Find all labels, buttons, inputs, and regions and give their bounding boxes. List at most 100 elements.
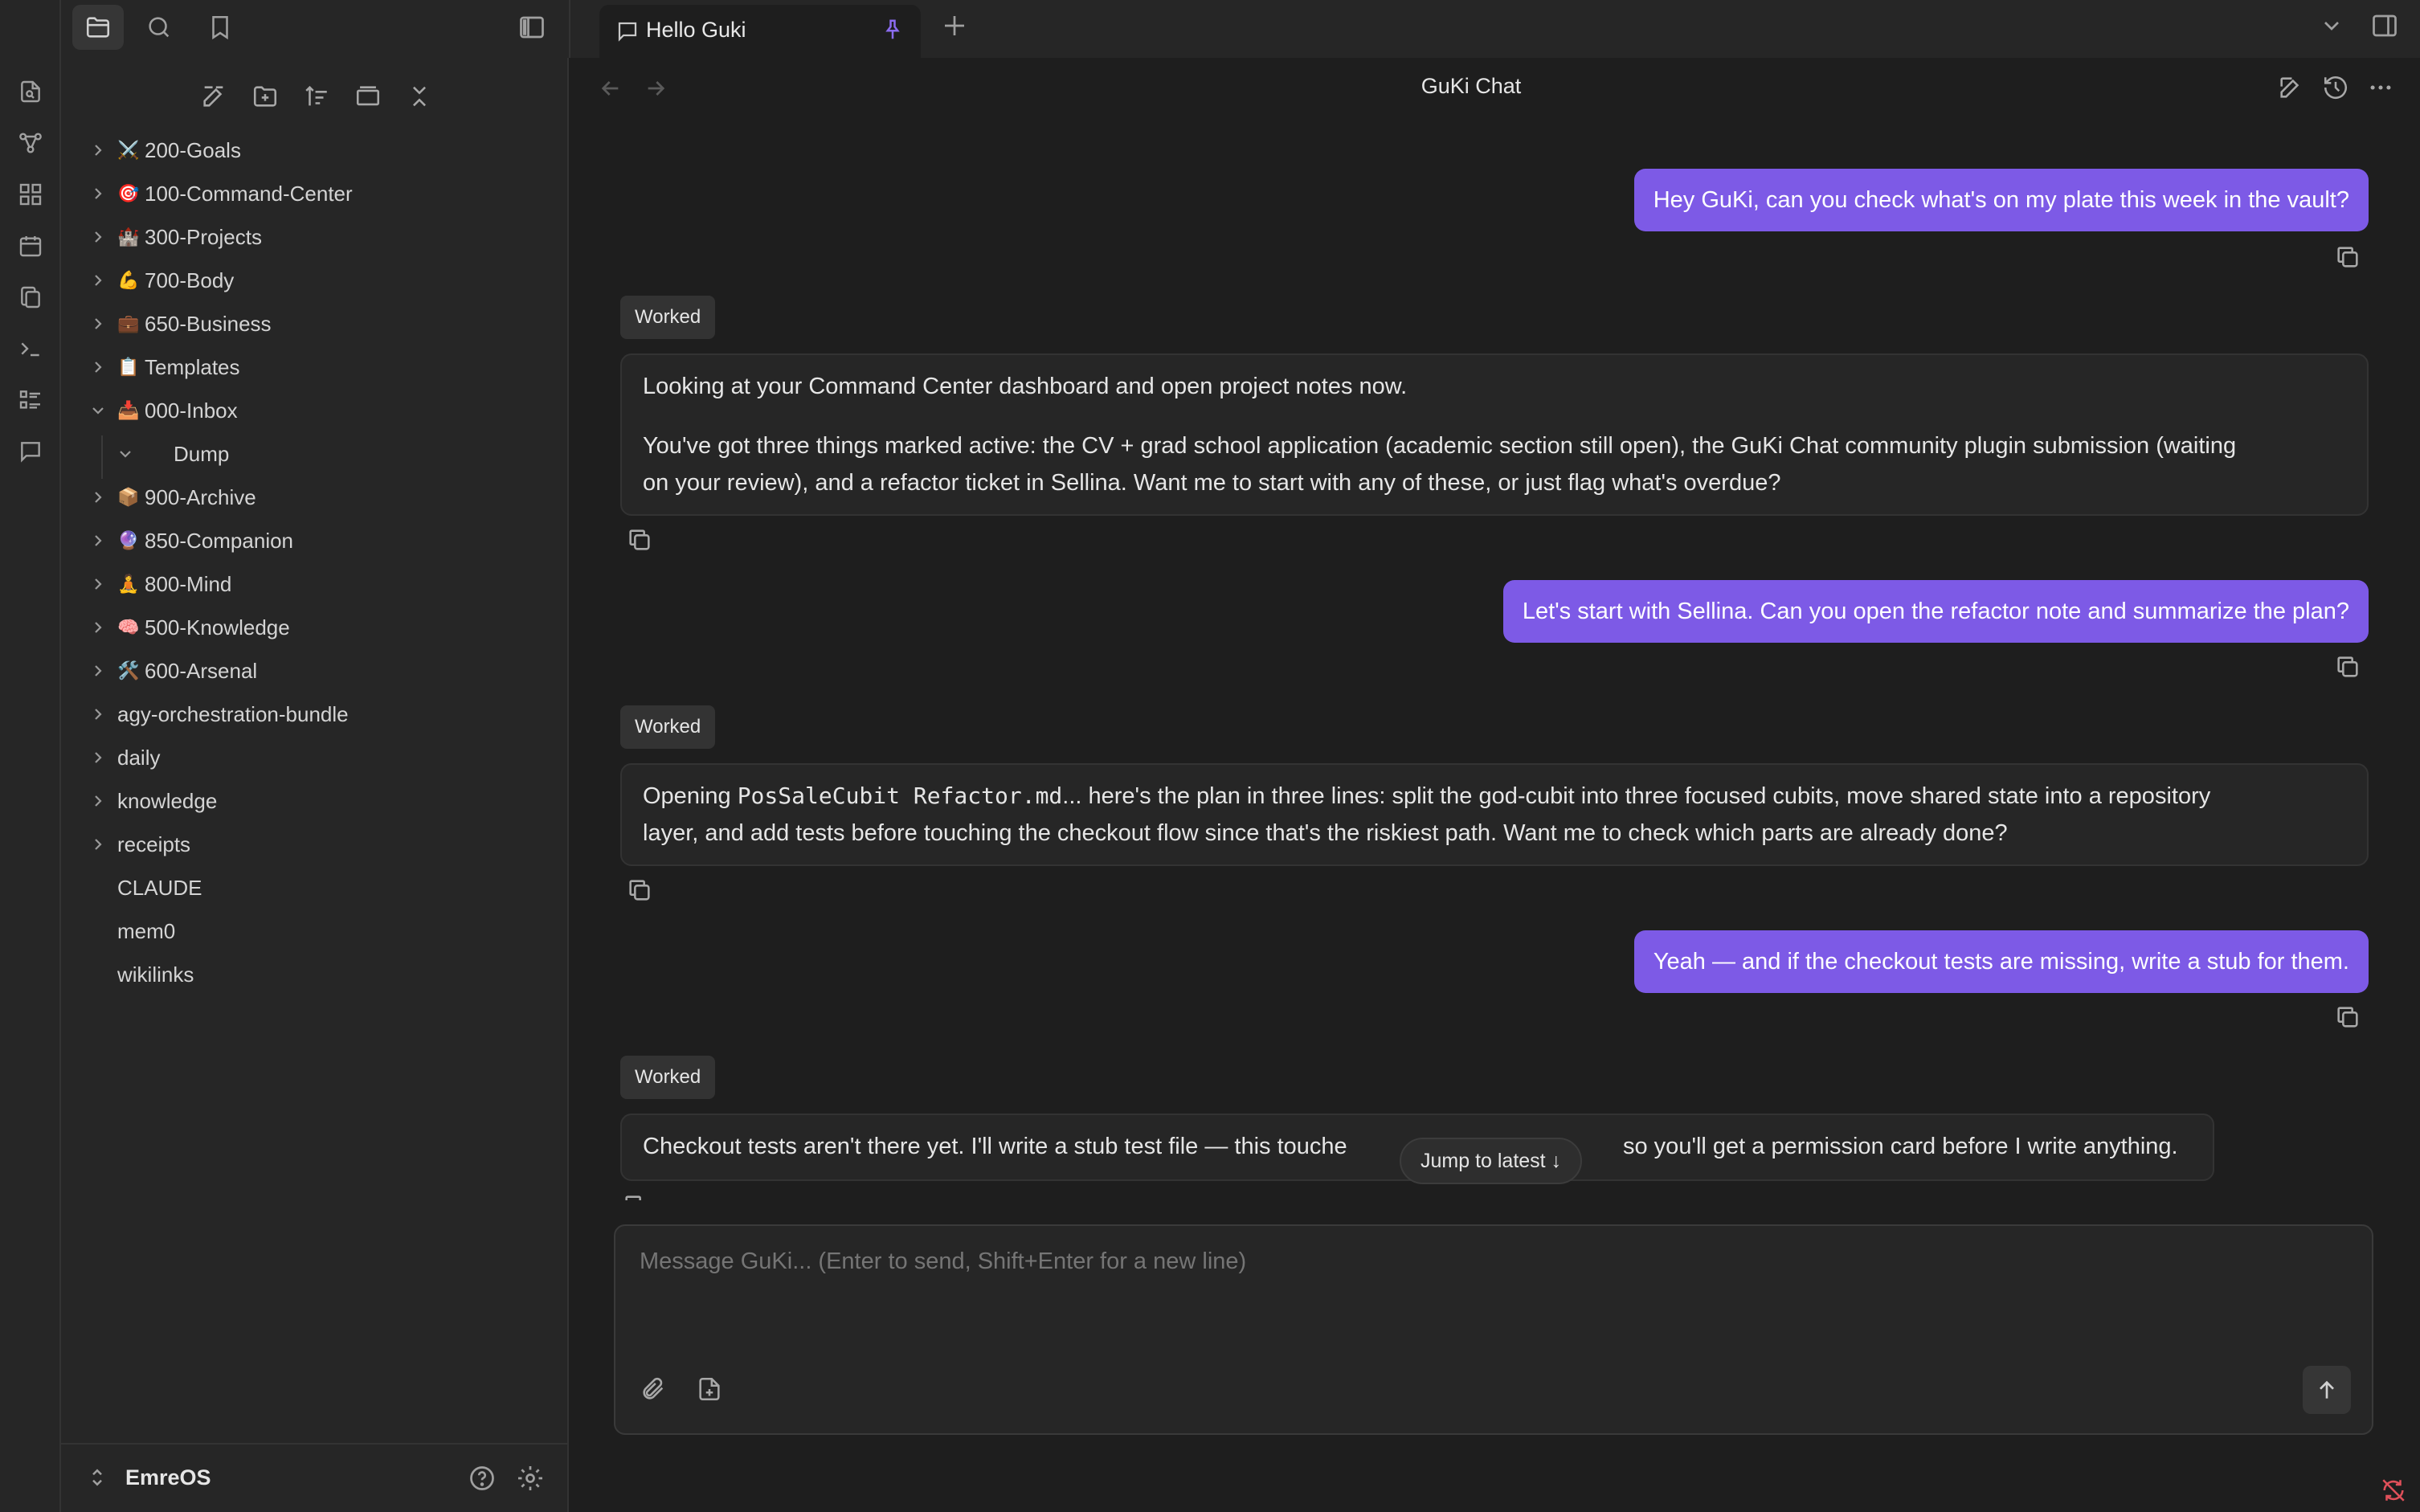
collapse-all-icon[interactable] (397, 74, 442, 119)
chevron-right-icon[interactable] (88, 835, 108, 854)
tree-item-label: 700-Body (145, 268, 235, 292)
message-input[interactable] (640, 1248, 2327, 1345)
folder-emoji-icon: 🔮 (117, 530, 140, 550)
toggle-right-sidebar-icon[interactable] (2370, 11, 2399, 40)
chevron-right-icon[interactable] (88, 748, 108, 767)
files-tab-icon[interactable] (72, 5, 124, 50)
folder-item[interactable]: 🧠 500-Knowledge (61, 606, 569, 649)
folder-item[interactable]: 🔮 850-Companion (61, 519, 569, 562)
message-composer[interactable] (614, 1224, 2373, 1435)
chevron-down-icon[interactable] (116, 444, 135, 464)
chevron-right-icon[interactable] (88, 227, 108, 247)
tree-item-label: knowledge (117, 788, 218, 813)
folder-item[interactable]: 📦 900-Archive (61, 476, 569, 519)
chat-icon[interactable] (11, 432, 50, 471)
new-tab-icon[interactable] (940, 11, 969, 40)
bookmark-icon[interactable] (194, 5, 246, 50)
worked-badge[interactable]: Worked (620, 1056, 716, 1099)
folder-item[interactable]: 🧘 800-Mind (61, 562, 569, 606)
history-icon[interactable] (2322, 74, 2349, 101)
tree-item-label: wikilinks (117, 962, 194, 987)
folder-item[interactable]: knowledge (61, 779, 569, 823)
graph-view-icon[interactable] (11, 124, 50, 162)
terminal-icon[interactable] (11, 329, 50, 368)
tree-item-label: 800-Mind (145, 571, 232, 596)
chevron-right-icon[interactable] (88, 141, 108, 160)
chevron-right-icon[interactable] (88, 574, 108, 594)
calendar-icon[interactable] (11, 227, 50, 265)
new-chat-edit-icon[interactable] (2277, 74, 2304, 101)
vault-switch-chevrons-icon[interactable] (85, 1465, 109, 1490)
folder-item[interactable]: 🎯 100-Command-Center (61, 172, 569, 215)
new-folder-icon[interactable] (243, 74, 288, 119)
view-title: GuKi Chat (1421, 74, 1522, 98)
folder-item[interactable]: ⚔️ 200-Goals (61, 129, 569, 172)
chevron-right-icon[interactable] (88, 314, 108, 333)
chat-tab-icon (615, 19, 640, 43)
folder-item[interactable]: 💼 650-Business (61, 302, 569, 345)
tree-item-label: Dump (174, 441, 230, 466)
tree-item-label: daily (117, 745, 161, 770)
list-view-icon[interactable] (11, 381, 50, 419)
settings-gear-icon[interactable] (516, 1464, 545, 1493)
chevron-right-icon[interactable] (88, 705, 108, 724)
toggle-sidebar-icon[interactable] (506, 5, 558, 50)
folder-item[interactable]: Dump (61, 432, 569, 476)
canvas-icon[interactable] (11, 175, 50, 214)
pin-icon[interactable] (881, 18, 905, 42)
chevron-right-icon[interactable] (88, 358, 108, 377)
help-icon[interactable] (468, 1464, 497, 1493)
worked-badge[interactable]: Worked (620, 705, 716, 749)
tree-item-label: 200-Goals (145, 137, 241, 162)
attach-paperclip-icon[interactable] (640, 1375, 667, 1403)
file-item[interactable]: mem0 (61, 909, 569, 953)
folder-item[interactable]: 📥 000-Inbox (61, 389, 569, 432)
copy-files-icon[interactable] (11, 278, 50, 317)
folder-emoji-icon: 📥 (117, 400, 140, 420)
chevron-right-icon[interactable] (88, 271, 108, 290)
folder-item[interactable]: agy-orchestration-bundle (61, 693, 569, 736)
text-span: Checkout tests aren't there yet. I'll wr… (643, 1134, 1347, 1159)
tree-item-label: 650-Business (145, 311, 272, 336)
tab-list-chevron-icon[interactable] (2319, 13, 2344, 39)
add-note-context-icon[interactable] (696, 1375, 723, 1403)
chevron-right-icon[interactable] (88, 661, 108, 680)
copy-icon[interactable] (623, 524, 656, 556)
copy-icon[interactable] (2332, 651, 2364, 683)
folder-emoji-icon: 📦 (117, 487, 140, 507)
chevron-right-icon[interactable] (88, 184, 108, 203)
assistant-paragraph: You've got three things marked active: t… (643, 433, 2237, 459)
file-item[interactable]: CLAUDE (61, 866, 569, 909)
folder-item[interactable]: 📋 Templates (61, 345, 569, 389)
more-options-icon[interactable] (2367, 74, 2394, 101)
file-item[interactable]: wikilinks (61, 953, 569, 996)
vault-name[interactable]: EmreOS (125, 1465, 211, 1490)
copy-icon[interactable] (622, 1192, 654, 1200)
send-button[interactable] (2303, 1366, 2351, 1414)
tab-hello-guki[interactable]: Hello Guki (599, 5, 921, 58)
new-note-icon[interactable] (191, 74, 236, 119)
folder-item[interactable]: daily (61, 736, 569, 779)
chevron-right-icon[interactable] (88, 791, 108, 811)
folder-item[interactable]: 🏰 300-Projects (61, 215, 569, 259)
tab-bar: Hello Guki (569, 0, 2420, 58)
chevron-right-icon[interactable] (88, 488, 108, 507)
sync-disabled-icon[interactable] (2380, 1477, 2407, 1504)
sort-icon[interactable] (294, 74, 339, 119)
copy-icon[interactable] (623, 874, 656, 906)
user-message: Hey GuKi, can you check what's on my pla… (1633, 169, 2369, 231)
copy-icon[interactable] (2332, 1001, 2364, 1033)
quick-switcher-icon[interactable] (11, 72, 50, 111)
folder-item[interactable]: 🛠️ 600-Arsenal (61, 649, 569, 693)
chevron-down-icon[interactable] (88, 401, 108, 420)
assistant-paragraph: on your review), and a refactor ticket i… (643, 470, 1781, 496)
copy-icon[interactable] (2332, 241, 2364, 273)
chevron-right-icon[interactable] (88, 618, 108, 637)
search-icon[interactable] (133, 5, 185, 50)
folder-item[interactable]: receipts (61, 823, 569, 866)
auto-reveal-icon[interactable] (345, 74, 390, 119)
chevron-right-icon[interactable] (88, 531, 108, 550)
jump-to-latest-button[interactable]: Jump to latest ↓ (1400, 1138, 1583, 1184)
worked-badge[interactable]: Worked (620, 296, 716, 339)
folder-item[interactable]: 💪 700-Body (61, 259, 569, 302)
